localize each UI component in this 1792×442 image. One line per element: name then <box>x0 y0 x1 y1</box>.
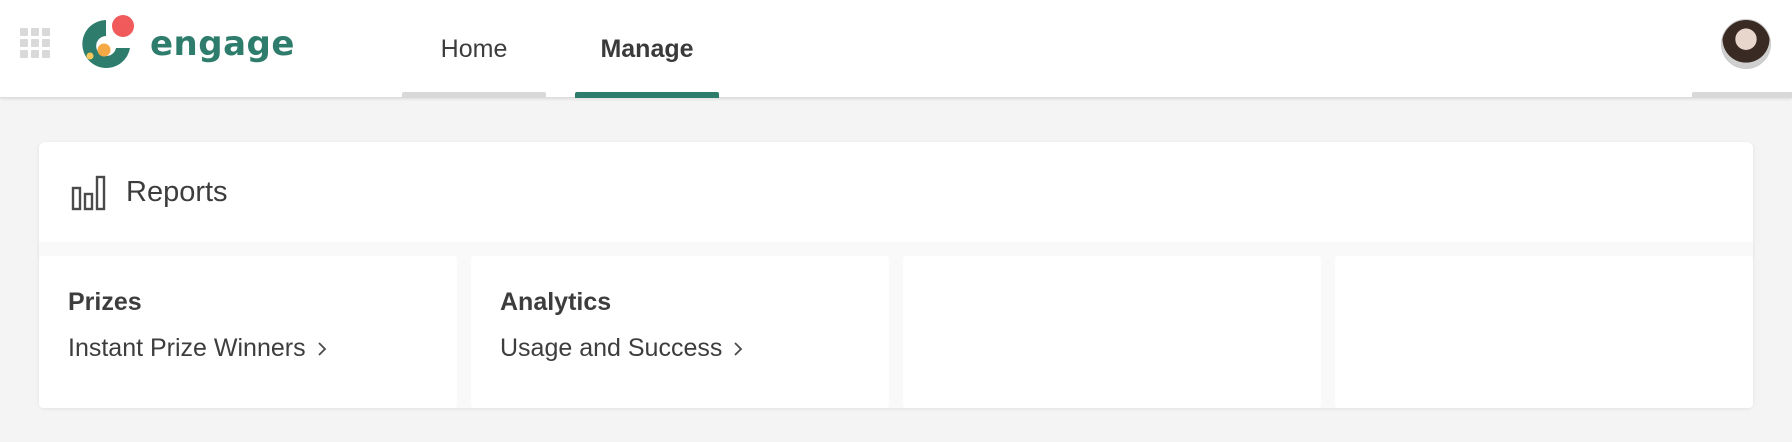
report-tile-prizes: Prizes Instant Prize Winners <box>39 256 457 408</box>
engage-logo[interactable]: engage <box>76 14 295 74</box>
tab-home[interactable]: Home <box>402 0 546 98</box>
tile-link-label: Usage and Success <box>500 334 723 362</box>
tab-home-label: Home <box>440 34 508 63</box>
usage-and-success-link[interactable]: Usage and Success <box>500 334 744 363</box>
reports-title: Reports <box>126 175 228 208</box>
reports-card-header: Reports <box>39 142 1753 242</box>
report-tile-analytics: Analytics Usage and Success <box>471 256 889 408</box>
logo-text: engage <box>150 24 295 64</box>
reports-card: Reports Prizes Instant Prize Winners Ana… <box>39 142 1753 408</box>
chevron-right-icon <box>317 341 326 356</box>
app-launcher-grid-icon[interactable] <box>20 28 50 58</box>
tile-heading: Analytics <box>500 288 612 316</box>
top-navigation-bar: engage Home Manage <box>0 0 1792 98</box>
tab-home-indicator <box>402 92 546 98</box>
tab-manage-label: Manage <box>600 34 694 63</box>
tile-link-label: Instant Prize Winners <box>68 334 306 362</box>
report-tile-empty <box>903 256 1321 408</box>
chevron-right-icon <box>734 341 743 356</box>
tab-manage-active-indicator <box>575 92 719 98</box>
bar-chart-icon <box>71 175 106 211</box>
tile-heading: Prizes <box>68 288 142 316</box>
avatar-tab-indicator <box>1692 92 1792 98</box>
user-avatar[interactable] <box>1721 19 1771 69</box>
engage-logo-mark-icon <box>82 15 134 68</box>
tab-manage[interactable]: Manage <box>575 0 719 98</box>
report-tile-empty <box>1335 256 1753 408</box>
instant-prize-winners-link[interactable]: Instant Prize Winners <box>68 334 328 363</box>
